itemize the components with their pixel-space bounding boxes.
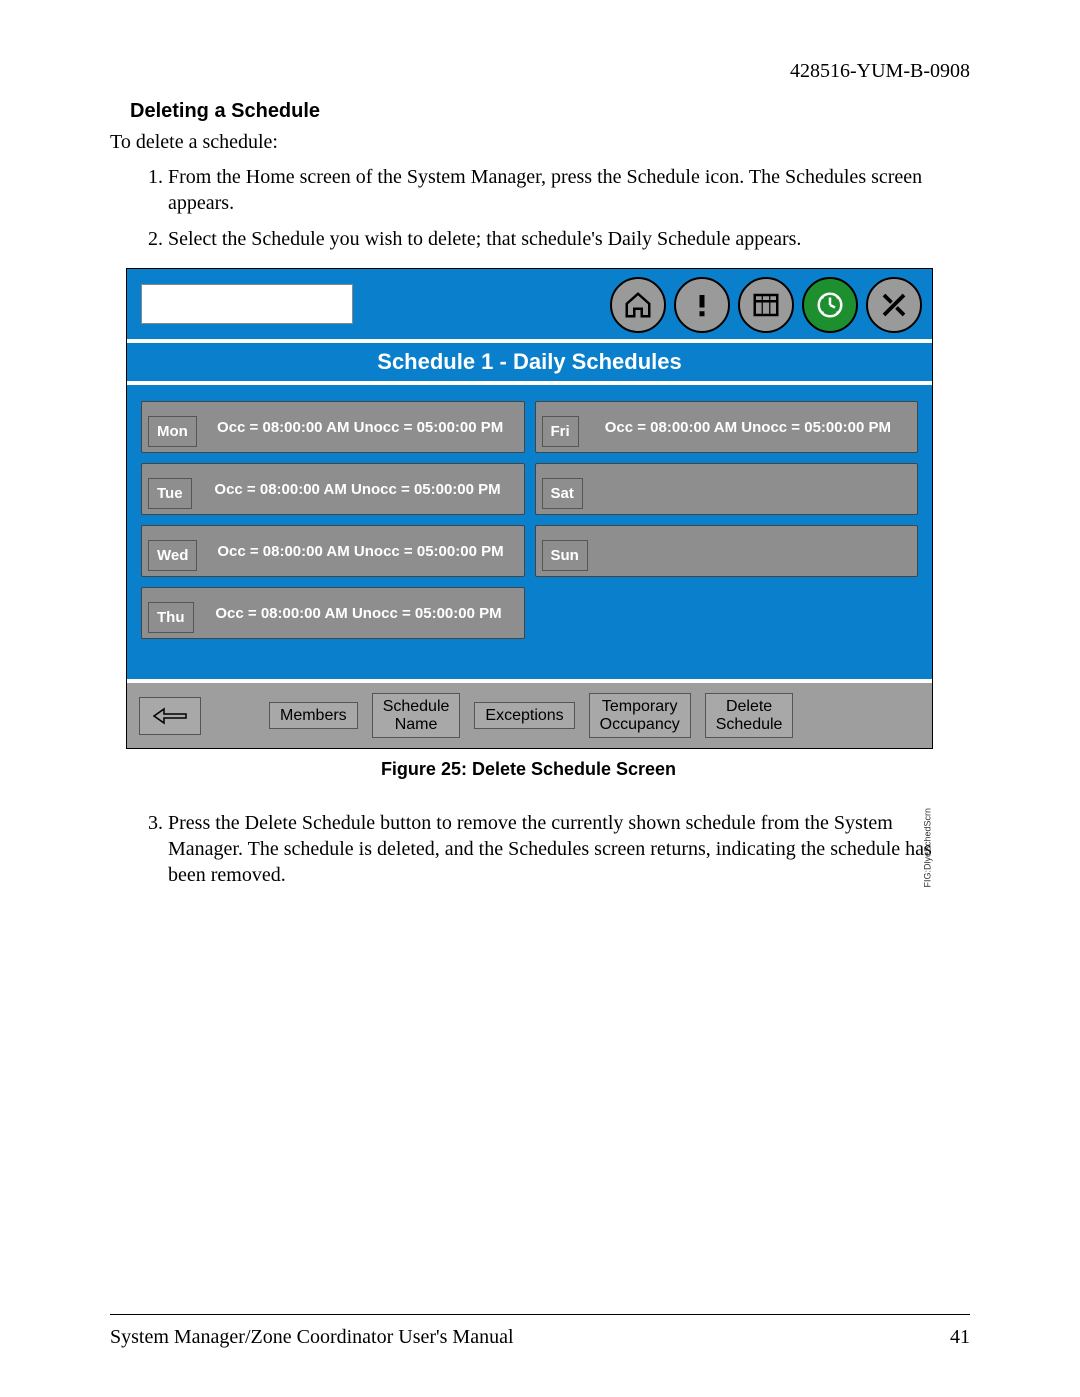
tools-icon[interactable] [866,277,922,333]
day-row-tue[interactable]: Tue Occ = 08:00:00 AM Unocc = 05:00:00 P… [141,463,525,515]
day-text: Occ = 08:00:00 AM Unocc = 05:00:00 PM [197,543,523,560]
page-footer: System Manager/Zone Coordinator User's M… [110,1326,970,1349]
day-label: Sun [542,540,588,571]
section-heading: Deleting a Schedule [130,100,970,123]
step-list-a: From the Home screen of the System Manag… [110,164,970,252]
day-label: Wed [148,540,197,571]
schedule-name-button[interactable]: Schedule Name [372,693,461,738]
day-row-wed[interactable]: Wed Occ = 08:00:00 AM Unocc = 05:00:00 P… [141,525,525,577]
step-item: From the Home screen of the System Manag… [168,164,970,216]
day-text: Occ = 08:00:00 AM Unocc = 05:00:00 PM [579,419,917,436]
day-label: Mon [148,416,197,447]
alert-icon[interactable] [674,277,730,333]
footer-left: System Manager/Zone Coordinator User's M… [110,1326,514,1349]
day-label: Thu [148,602,194,633]
members-button[interactable]: Members [269,702,358,730]
right-column: Fri Occ = 08:00:00 AM Unocc = 05:00:00 P… [535,401,919,639]
day-text: Occ = 08:00:00 AM Unocc = 05:00:00 PM [192,481,524,498]
day-label: Fri [542,416,579,447]
delete-schedule-screenshot: Schedule 1 - Daily Schedules Mon Occ = 0… [126,268,933,749]
footer-page-number: 41 [950,1326,970,1349]
schedule-grid: Mon Occ = 08:00:00 AM Unocc = 05:00:00 P… [127,385,932,679]
day-text: Occ = 08:00:00 AM Unocc = 05:00:00 PM [197,419,524,436]
day-text: Occ = 08:00:00 AM Unocc = 05:00:00 PM [194,605,524,622]
screenshot-bottom-bar: Members Schedule Name Exceptions Tempora… [127,679,932,748]
home-icon[interactable] [610,277,666,333]
day-row-sun[interactable]: Sun [535,525,919,577]
day-row-thu[interactable]: Thu Occ = 08:00:00 AM Unocc = 05:00:00 P… [141,587,525,639]
back-button[interactable] [139,697,201,735]
step-item: Press the Delete Schedule button to remo… [168,810,970,888]
figure-side-label: FIG:DlyeSchedScrn [923,808,933,888]
left-column: Mon Occ = 08:00:00 AM Unocc = 05:00:00 P… [141,401,525,639]
step-item: Select the Schedule you wish to delete; … [168,226,970,252]
intro-text: To delete a schedule: [110,131,970,154]
time-display-area [141,284,353,324]
day-label: Tue [148,478,192,509]
figure-wrapper: Schedule 1 - Daily Schedules Mon Occ = 0… [110,268,970,780]
figure-caption: Figure 25: Delete Schedule Screen [126,759,931,780]
toolbar-icons [610,277,922,333]
delete-schedule-button[interactable]: Delete Schedule [705,693,794,738]
day-label: Sat [542,478,583,509]
screenshot-top-bar [127,269,932,339]
step-list-b: Press the Delete Schedule button to remo… [110,810,970,888]
day-row-sat[interactable]: Sat [535,463,919,515]
screenshot-title-bar: Schedule 1 - Daily Schedules [127,339,932,385]
document-id: 428516-YUM-B-0908 [790,60,970,83]
day-row-fri[interactable]: Fri Occ = 08:00:00 AM Unocc = 05:00:00 P… [535,401,919,453]
clock-icon[interactable] [802,277,858,333]
calendar-icon[interactable] [738,277,794,333]
day-row-mon[interactable]: Mon Occ = 08:00:00 AM Unocc = 05:00:00 P… [141,401,525,453]
exceptions-button[interactable]: Exceptions [474,702,574,730]
footer-rule [110,1314,970,1315]
temporary-occupancy-button[interactable]: Temporary Occupancy [589,693,691,738]
